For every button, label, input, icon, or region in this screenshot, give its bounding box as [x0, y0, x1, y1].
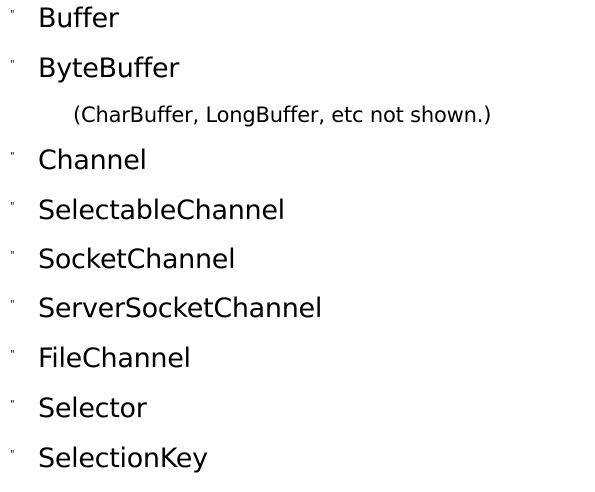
list-item-selector: " Selector	[0, 391, 595, 431]
list-item-channel: " Channel	[0, 143, 595, 183]
bullet-icon: "	[10, 349, 15, 360]
list-item-buffer: " Buffer	[0, 1, 595, 41]
bullet-icon: "	[10, 59, 15, 70]
class-list: " Buffer " ByteBuffer (CharBuffer, LongB…	[0, 0, 595, 492]
list-item-label: ByteBuffer	[38, 53, 180, 84]
sub-note: (CharBuffer, LongBuffer, etc not shown.)	[73, 103, 492, 127]
bullet-icon: "	[10, 151, 15, 162]
list-item-label: SelectionKey	[38, 443, 208, 474]
list-item-selectionkey: " SelectionKey	[0, 441, 595, 481]
list-item-label: ServerSocketChannel	[38, 293, 323, 324]
list-item-label: SocketChannel	[38, 244, 236, 275]
list-item-bytebuffer: " ByteBuffer	[0, 51, 595, 91]
bullet-icon: "	[10, 449, 15, 460]
list-item-label: Selector	[38, 393, 147, 424]
list-item-selectablechannel: " SelectableChannel	[0, 193, 595, 233]
bullet-icon: "	[10, 399, 15, 410]
list-item-label: Channel	[38, 145, 147, 176]
bullet-icon: "	[10, 201, 15, 212]
list-item-label: Buffer	[38, 3, 119, 34]
bullet-icon: "	[10, 9, 15, 20]
bullet-icon: "	[10, 299, 15, 310]
list-item-label: SelectableChannel	[38, 195, 285, 226]
list-item-serversocketchannel: " ServerSocketChannel	[0, 291, 595, 331]
list-item-socketchannel: " SocketChannel	[0, 242, 595, 282]
list-item-label: FileChannel	[38, 343, 191, 374]
list-item-filechannel: " FileChannel	[0, 341, 595, 381]
bullet-icon: "	[10, 250, 15, 261]
